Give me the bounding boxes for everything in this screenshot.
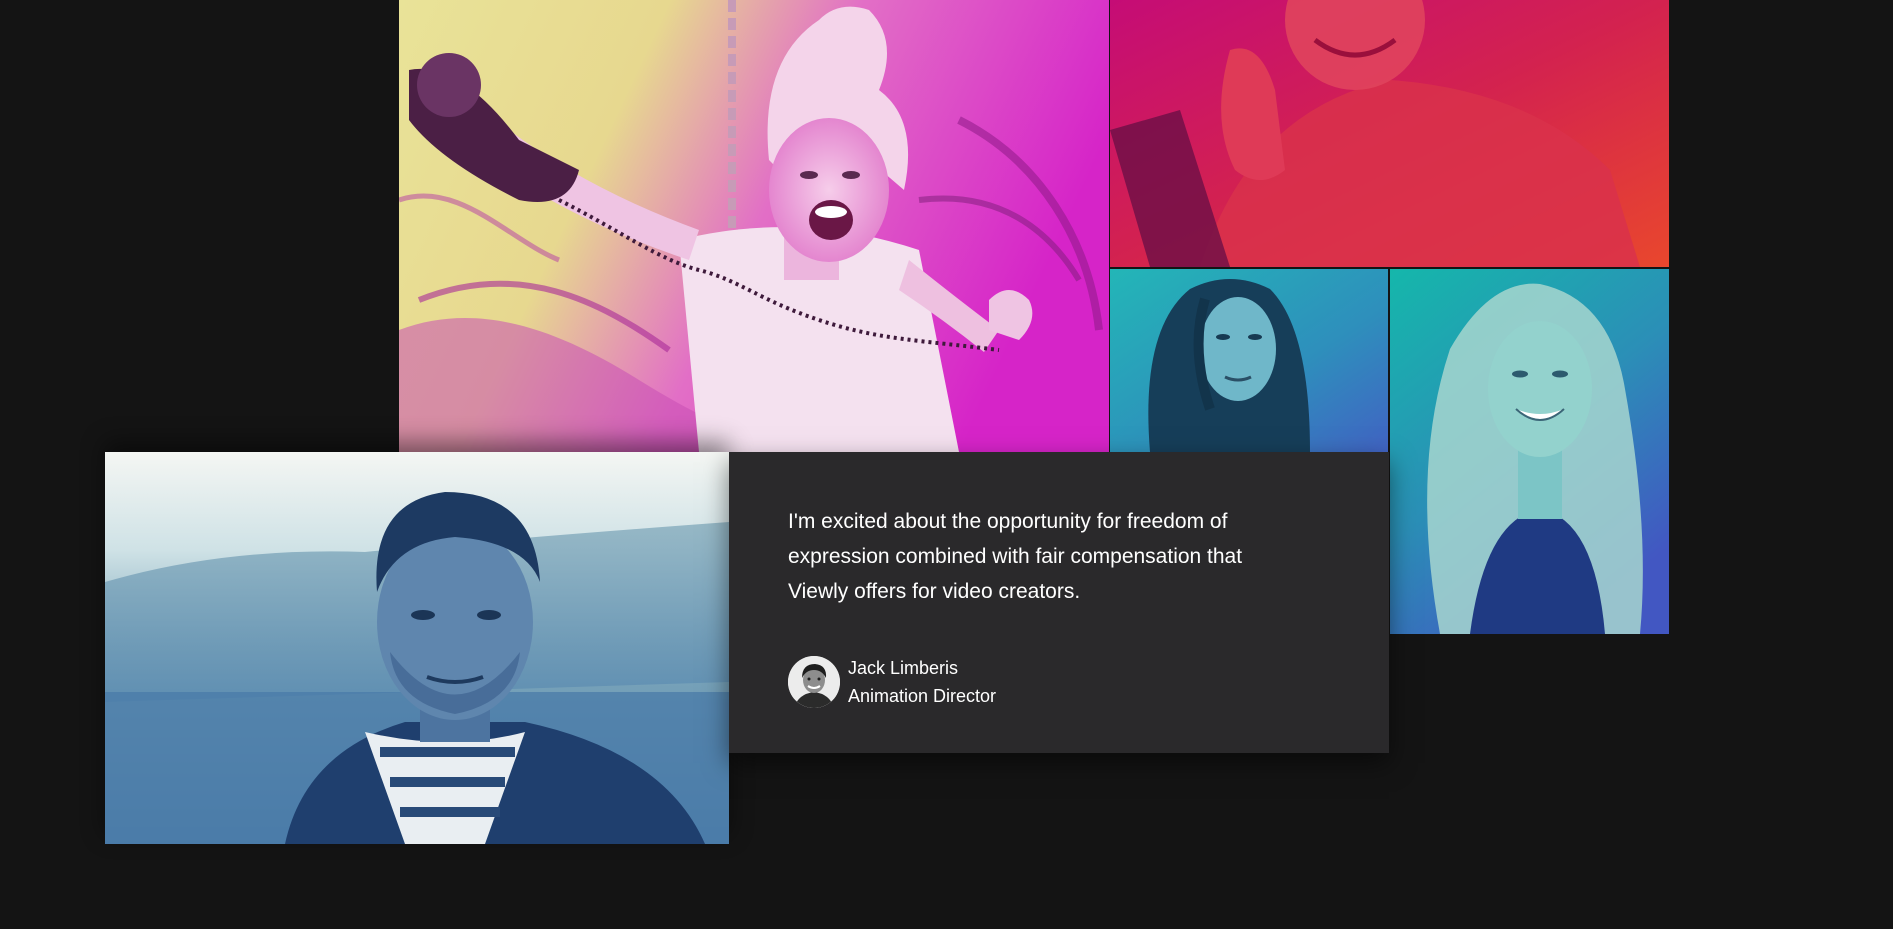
photo-woman-with-phone — [399, 0, 1109, 452]
photo-woman-smiling-image — [1390, 269, 1669, 634]
testimonial-author: Jack Limberis Animation Director — [788, 654, 1329, 710]
photo-woman-wet-hair — [1110, 269, 1388, 452]
avatar — [788, 656, 840, 708]
photo-man-thumbs-up-image — [1110, 0, 1669, 267]
photo-woman-wet-hair-image — [1110, 269, 1388, 452]
photo-woman-with-phone-image — [399, 0, 1109, 452]
testimonial-quote: I'm excited about the opportunity for fr… — [788, 510, 1243, 603]
photo-man-thumbs-up — [1110, 0, 1669, 267]
author-name: Jack Limberis — [848, 658, 959, 678]
testimonial-card: I'm excited about the opportunity for fr… — [729, 452, 1389, 753]
photo-man-with-scarf-image — [105, 452, 729, 844]
author-role: Animation Director — [848, 686, 997, 706]
testimonial-collage: I'm excited about the opportunity for fr… — [0, 0, 1893, 929]
author-avatar-image — [788, 656, 840, 708]
author-meta: Jack Limberis Animation Director — [848, 654, 996, 710]
photo-woman-smiling — [1390, 269, 1669, 634]
photo-man-with-scarf — [105, 452, 729, 844]
